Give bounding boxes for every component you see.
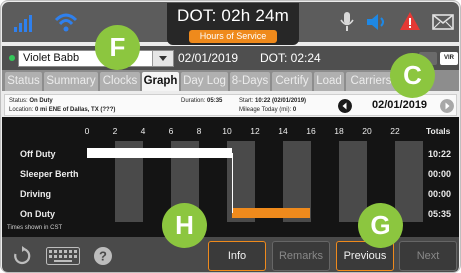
dot-clock-box[interactable]: DOT: 02h 24m Hours of Service	[167, 3, 299, 45]
tab-certify[interactable]: Certify	[272, 72, 312, 91]
warning-icon[interactable]	[399, 11, 421, 31]
row-total: 10:22	[428, 149, 452, 159]
start-line: Start: 10:22 (02/01/2019)	[239, 98, 306, 104]
status-label: Status:	[9, 98, 28, 104]
previous-day-icon[interactable]	[338, 99, 352, 113]
tab-clocks[interactable]: Clocks	[100, 72, 140, 91]
remarks-button[interactable]: Remarks	[272, 241, 330, 271]
hour-label: 2	[112, 126, 118, 136]
tab-day-log[interactable]: Day Log	[181, 72, 228, 91]
hour-label: 20	[362, 126, 372, 136]
row-label: Driving	[20, 189, 52, 199]
callout-h: H	[162, 203, 207, 248]
row-total: 05:35	[428, 209, 452, 219]
hour-label: 10	[222, 126, 232, 136]
hour-label: 6	[168, 126, 174, 136]
callout-c: C	[390, 53, 435, 98]
driver-status-indicator	[9, 55, 15, 61]
top-bar: DOT: 02h 24m Hours of Service	[2, 2, 459, 45]
duration-line: Duration: 05:35	[181, 98, 222, 104]
nav-date: 02/01/2019	[372, 99, 428, 111]
start-label: Start:	[239, 98, 254, 104]
callout-f: F	[95, 25, 140, 70]
location-value: 0 mi ENE of Dallas, TX (???)	[35, 107, 116, 113]
graph-column	[395, 141, 423, 222]
duty-segment	[232, 208, 311, 218]
row-label: On Duty	[20, 209, 55, 219]
driver-row: Violet Babb 02/01/2019 DOT: 02:24 VIR	[2, 46, 459, 70]
help-icon[interactable]: ?	[93, 246, 113, 266]
wifi-icon	[54, 13, 78, 32]
duration-value: 05:35	[207, 98, 223, 104]
chevron-down-icon[interactable]	[152, 51, 173, 66]
timezone-note: Times shown in CST	[7, 225, 63, 231]
hour-label: 12	[250, 126, 260, 136]
microphone-icon[interactable]	[340, 11, 354, 33]
current-date: 02/01/2019	[178, 51, 239, 65]
hos-screen: DOT: 02h 24m Hours of Service Violet Bab…	[0, 0, 461, 273]
next-button[interactable]: Next	[399, 241, 457, 271]
status-change-line	[232, 153, 234, 213]
duration-label: Duration:	[181, 98, 206, 104]
row-total: 00:00	[428, 189, 452, 199]
hour-label: 18	[334, 126, 344, 136]
mail-icon[interactable]	[432, 14, 454, 30]
location-label: Location:	[9, 107, 34, 113]
mileage-line: Mileage Today (mi): 0	[239, 107, 296, 113]
hour-label: 22	[390, 126, 400, 136]
dot-remaining-time: DOT: 02h 24m	[176, 6, 289, 25]
tab-8-days[interactable]: 8-Days	[230, 72, 270, 91]
svg-text:?: ?	[99, 249, 107, 264]
refresh-icon[interactable]	[12, 246, 32, 266]
mileage-value: 0	[292, 107, 297, 113]
vir-badge[interactable]: VIR	[440, 52, 458, 65]
dot-time-small: DOT: 02:24	[260, 51, 321, 65]
hour-label: 14	[278, 126, 288, 136]
signal-bars-icon	[14, 15, 32, 32]
status-line: Status: On Duty	[9, 98, 53, 104]
status-value: On Duty	[29, 98, 53, 104]
tab-graph[interactable]: Graph	[142, 72, 179, 91]
tab-load[interactable]: Load	[314, 72, 344, 91]
hour-label: 4	[140, 126, 146, 136]
info-button[interactable]: Info	[208, 241, 266, 271]
tab-status[interactable]: Status	[5, 72, 42, 91]
tab-summary[interactable]: Summary	[44, 72, 98, 91]
callout-g: G	[358, 203, 403, 248]
row-total: 00:00	[428, 169, 452, 179]
row-label: Off Duty	[20, 149, 56, 159]
duty-segment	[87, 148, 233, 158]
driver-name: Violet Babb	[23, 52, 80, 64]
speaker-icon[interactable]	[366, 12, 388, 32]
status-info-bar: Status: On Duty Location: 0 mi ENE of Da…	[4, 94, 457, 116]
row-label: Sleeper Berth	[20, 169, 79, 179]
hour-label: 16	[306, 126, 316, 136]
location-line: Location: 0 mi ENE of Dallas, TX (???)	[9, 107, 115, 113]
totals-header: Totals	[426, 126, 451, 136]
hour-label: 8	[196, 126, 202, 136]
start-value: 10:22 (02/01/2019)	[255, 98, 307, 104]
mileage-label: Mileage Today (mi):	[239, 107, 292, 113]
keyboard-icon[interactable]	[46, 247, 80, 265]
hour-label: 0	[84, 126, 90, 136]
next-day-icon[interactable]	[440, 99, 454, 113]
hours-of-service-label: Hours of Service	[189, 30, 277, 43]
tab-carriers[interactable]: Carriers	[346, 72, 396, 91]
